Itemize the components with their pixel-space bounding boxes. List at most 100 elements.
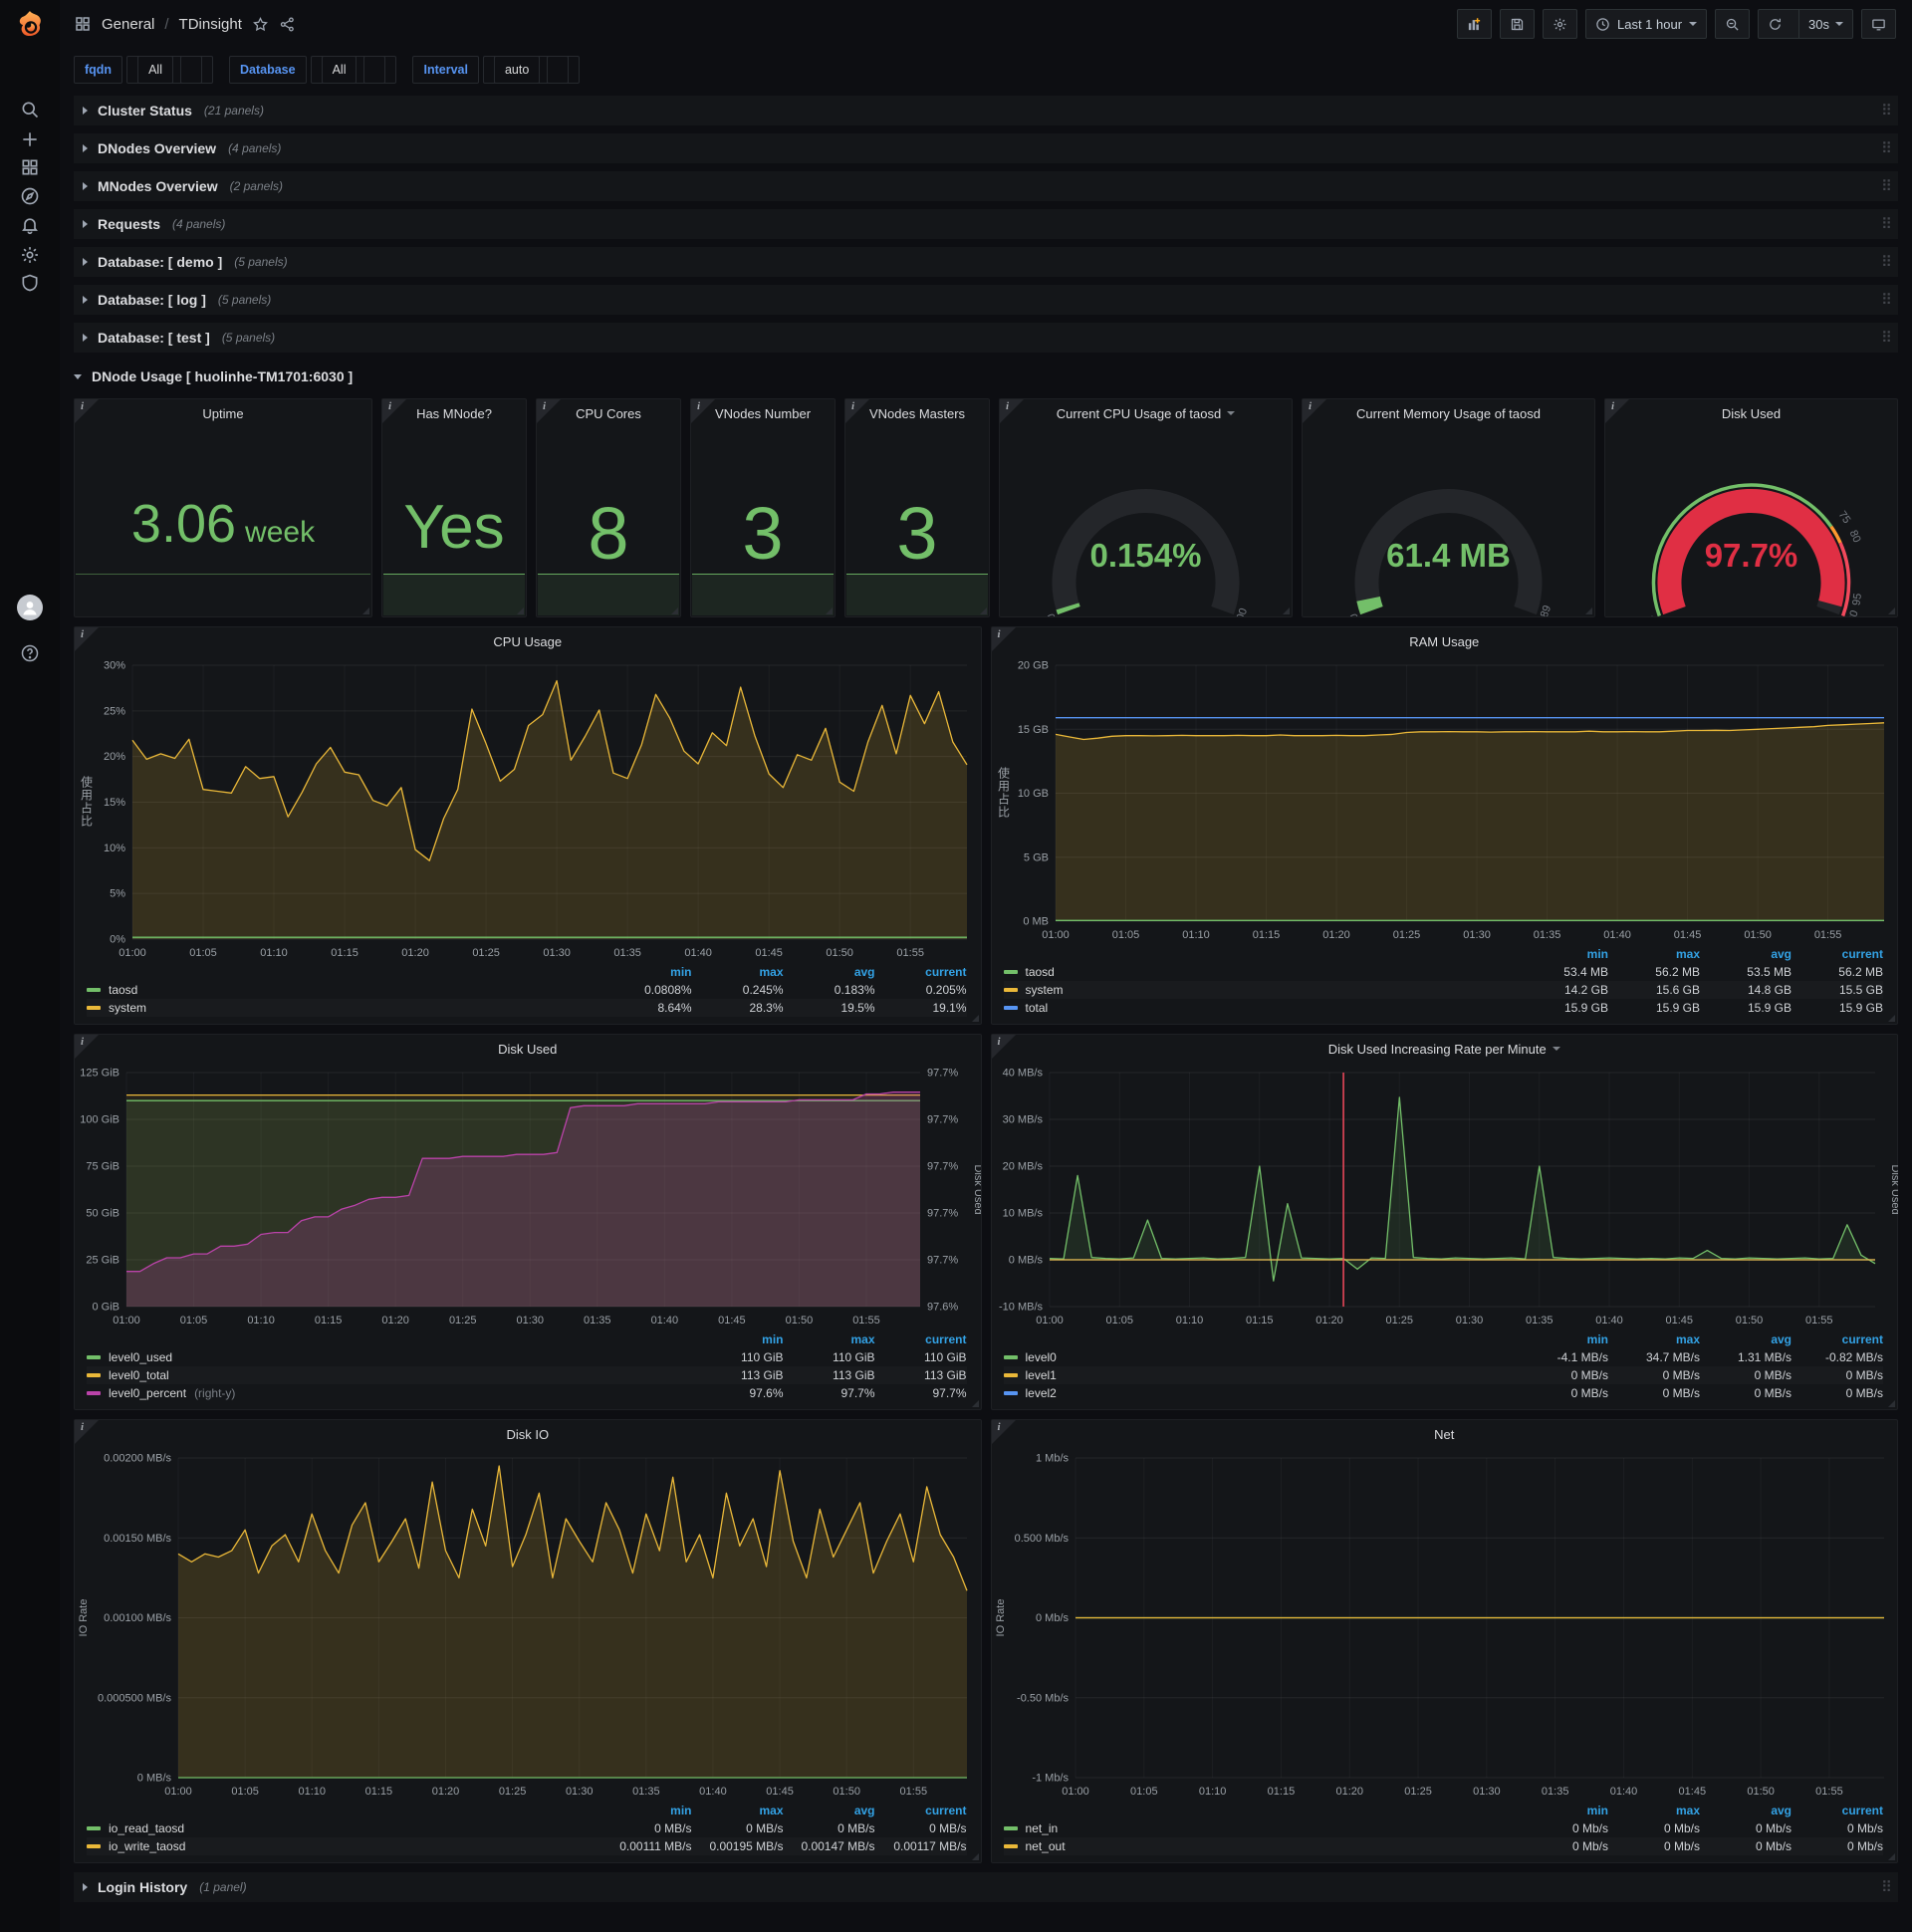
- panel-title[interactable]: Disk Used: [1722, 406, 1781, 421]
- panel-header[interactable]: Current CPU Usage of taosd: [1000, 399, 1292, 427]
- panel-header[interactable]: Disk IO: [75, 1420, 981, 1448]
- legend-header-max[interactable]: max: [692, 963, 783, 981]
- panel-info-corner[interactable]: [845, 399, 869, 423]
- legend-series-name[interactable]: level0: [1003, 1348, 1518, 1366]
- dashboard-row-database-test[interactable]: Database: [ test ] (5 panels) ⠿: [74, 323, 1898, 353]
- cycle-view-mode-button[interactable]: [1861, 9, 1896, 39]
- legend-header-max[interactable]: max: [1608, 1330, 1700, 1348]
- panel-header[interactable]: Disk Used: [1605, 399, 1897, 427]
- row-title[interactable]: MNodes Overview: [98, 178, 218, 194]
- panel-title[interactable]: RAM Usage: [1409, 634, 1479, 649]
- panel-title[interactable]: Disk Used Increasing Rate per Minute: [1328, 1042, 1547, 1057]
- panel-title[interactable]: Net: [1434, 1427, 1454, 1442]
- row-title[interactable]: Database: [ test ]: [98, 330, 210, 346]
- legend-header-avg[interactable]: avg: [1700, 1330, 1792, 1348]
- panel-info-corner[interactable]: [1605, 399, 1629, 423]
- help-icon[interactable]: [0, 639, 60, 667]
- panel-title[interactable]: Uptime: [202, 406, 243, 421]
- panel-title[interactable]: VNodes Number: [715, 406, 811, 421]
- row-drag-handle[interactable]: ⠿: [1881, 177, 1892, 195]
- alerting-bell-icon[interactable]: [0, 211, 60, 239]
- refresh-button[interactable]: [1759, 10, 1792, 38]
- legend-header-min[interactable]: min: [1517, 1802, 1608, 1819]
- legend-header-min[interactable]: min: [692, 1330, 783, 1348]
- legend-series-name[interactable]: level2: [1003, 1384, 1518, 1402]
- panel-info-corner[interactable]: [537, 399, 561, 423]
- chart-canvas[interactable]: 0 MB/s 0.000500 MB/s 0.00100 MB/s 0.00150 M…: [75, 1448, 981, 1802]
- row-drag-handle[interactable]: ⠿: [1881, 102, 1892, 120]
- legend-series-name[interactable]: level0_percent (right-y): [87, 1384, 692, 1402]
- legend-header-avg[interactable]: avg: [784, 1802, 875, 1819]
- add-panel-button[interactable]: [1456, 9, 1492, 39]
- panel-title[interactable]: CPU Usage: [493, 634, 562, 649]
- breadcrumb-title[interactable]: TDinsight: [179, 16, 242, 33]
- search-icon[interactable]: [0, 96, 60, 123]
- refresh-picker[interactable]: 30s: [1758, 9, 1853, 39]
- panel-info-corner[interactable]: [75, 627, 99, 651]
- panel-title[interactable]: Current Memory Usage of taosd: [1356, 406, 1541, 421]
- variable-fqdn[interactable]: fqdn All: [74, 56, 213, 84]
- time-range-picker[interactable]: Last 1 hour: [1584, 9, 1708, 39]
- dashboard-row-cluster-status[interactable]: Cluster Status (21 panels) ⠿: [74, 96, 1898, 125]
- grafana-logo-icon[interactable]: [10, 8, 50, 48]
- panel-header[interactable]: Current Memory Usage of taosd: [1303, 399, 1594, 427]
- panel-header[interactable]: Net: [992, 1420, 1898, 1448]
- chart-canvas[interactable]: 0% 5% 10% 15% 20% 25% 30% 01:00 01:05 01:10 01:15 0…: [75, 655, 981, 963]
- dashboard-row-requests[interactable]: Requests (4 panels) ⠿: [74, 209, 1898, 239]
- zoom-out-time-button[interactable]: [1715, 9, 1751, 39]
- legend-series-name[interactable]: io_write_taosd: [87, 1837, 600, 1855]
- legend-series-name[interactable]: taosd: [87, 981, 600, 999]
- panel-header[interactable]: Disk Used Increasing Rate per Minute: [992, 1035, 1898, 1063]
- legend-series-name[interactable]: level1: [1003, 1366, 1518, 1384]
- legend-header-current[interactable]: current: [1792, 945, 1883, 963]
- legend-series-name[interactable]: total: [1003, 999, 1518, 1017]
- legend-header-current[interactable]: current: [875, 1802, 966, 1819]
- legend-header-current[interactable]: current: [875, 1330, 966, 1348]
- dashboards-icon[interactable]: [0, 153, 60, 181]
- panel-header[interactable]: Disk Used: [75, 1035, 981, 1063]
- legend-series-name[interactable]: level0_total: [87, 1366, 692, 1384]
- legend-header-min[interactable]: min: [600, 1802, 691, 1819]
- share-icon[interactable]: [279, 16, 296, 33]
- row-title[interactable]: Cluster Status: [98, 103, 192, 119]
- legend-header-min[interactable]: min: [1517, 945, 1608, 963]
- row-dnode-usage[interactable]: DNode Usage [ huolinhe-TM1701:6030 ]: [74, 361, 1898, 392]
- panel-info-corner[interactable]: [991, 627, 1016, 651]
- row-title[interactable]: Database: [ demo ]: [98, 254, 222, 270]
- legend-header-max[interactable]: max: [1608, 945, 1700, 963]
- row-title[interactable]: Database: [ log ]: [98, 292, 206, 308]
- row-drag-handle[interactable]: ⠿: [1881, 291, 1892, 309]
- row-title[interactable]: Requests: [98, 216, 160, 232]
- dashboard-row-database-log[interactable]: Database: [ log ] (5 panels) ⠿: [74, 285, 1898, 315]
- panel-title[interactable]: Disk Used: [498, 1042, 557, 1057]
- row-title[interactable]: DNode Usage [ huolinhe-TM1701:6030 ]: [92, 368, 353, 384]
- breadcrumb-section[interactable]: General: [102, 16, 154, 33]
- row-drag-handle[interactable]: ⠿: [1881, 253, 1892, 271]
- panel-info-corner[interactable]: [75, 399, 99, 423]
- variable-database[interactable]: Database All: [228, 56, 397, 84]
- variable-interval[interactable]: Interval auto: [412, 56, 581, 84]
- legend-header-max[interactable]: max: [1608, 1802, 1700, 1819]
- legend-header-max[interactable]: max: [692, 1802, 783, 1819]
- legend-header-avg[interactable]: avg: [1700, 945, 1792, 963]
- legend-header-min[interactable]: min: [600, 963, 691, 981]
- panel-header[interactable]: Uptime: [75, 399, 371, 427]
- legend-series-name[interactable]: io_read_taosd: [87, 1819, 600, 1837]
- chart-canvas[interactable]: 0 MB 5 GB 10 GB 15 GB 20 GB 01:00 01:05 01:10 01…: [992, 655, 1898, 945]
- legend-header-avg[interactable]: avg: [784, 963, 875, 981]
- row-drag-handle[interactable]: ⠿: [1881, 329, 1892, 347]
- dashboard-row-dnodes-overview[interactable]: DNodes Overview (4 panels) ⠿: [74, 133, 1898, 163]
- row-title[interactable]: DNodes Overview: [98, 140, 216, 156]
- panel-info-corner[interactable]: [75, 1420, 99, 1444]
- panel-info-corner[interactable]: [75, 1035, 99, 1059]
- panel-info-corner[interactable]: [991, 1420, 1016, 1444]
- panel-title[interactable]: Current CPU Usage of taosd: [1057, 406, 1221, 421]
- legend-series-name[interactable]: net_in: [1003, 1819, 1518, 1837]
- panel-title[interactable]: CPU Cores: [576, 406, 641, 421]
- dashboard-settings-button[interactable]: [1542, 9, 1577, 39]
- dashboard-row-mnodes-overview[interactable]: MNodes Overview (2 panels) ⠿: [74, 171, 1898, 201]
- panel-info-corner[interactable]: [382, 399, 406, 423]
- dashboard-row-login-history[interactable]: Login History (1 panel) ⠿: [74, 1872, 1898, 1902]
- panel-info-corner[interactable]: [691, 399, 715, 423]
- refresh-interval-select[interactable]: 30s: [1798, 10, 1852, 38]
